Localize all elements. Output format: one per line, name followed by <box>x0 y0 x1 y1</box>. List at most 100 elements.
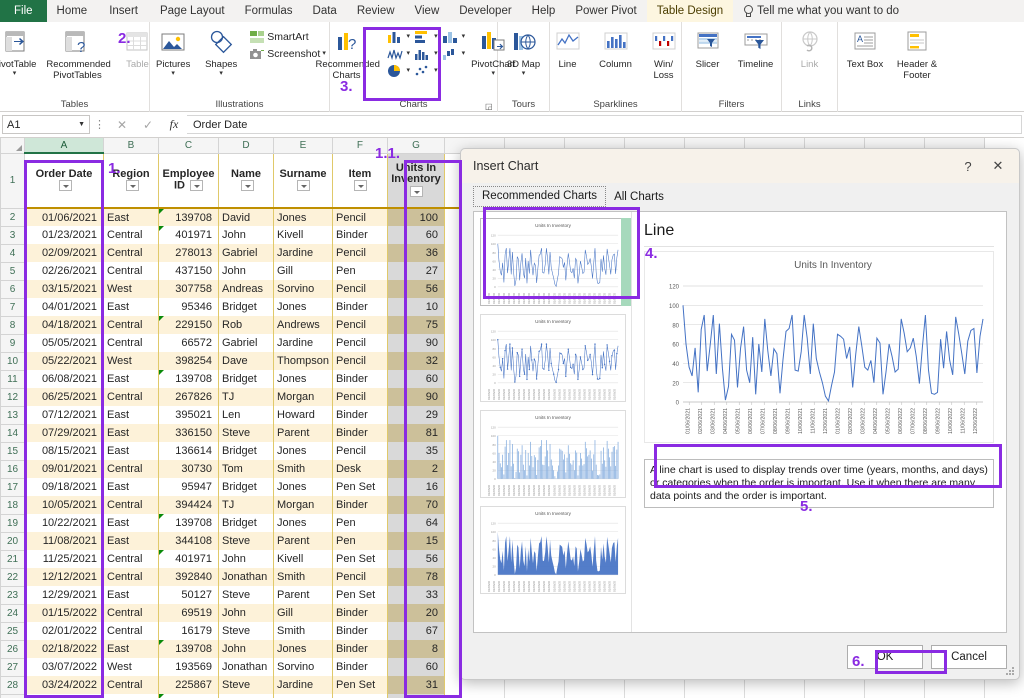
row-header-6[interactable]: 6 <box>0 279 25 299</box>
chevron-down-icon[interactable]: ▾ <box>171 70 175 77</box>
recommended-pivottables-button[interactable]: ? Recommended PivotTables <box>42 26 112 83</box>
cell-B10[interactable]: West <box>103 352 159 370</box>
sparkline-line-button[interactable]: Line <box>545 26 591 73</box>
chevron-down-icon[interactable]: ▾ <box>434 67 438 74</box>
tab-file[interactable]: File <box>0 0 47 22</box>
header-footer-button[interactable]: Header & Footer <box>890 26 944 83</box>
cell-F25[interactable]: Binder <box>332 622 388 640</box>
cell-G24[interactable]: 20 <box>387 604 445 622</box>
cell-A2[interactable]: 01/06/2021 <box>24 208 104 226</box>
cell-empty[interactable] <box>684 694 745 698</box>
cell-F7[interactable]: Binder <box>332 298 388 316</box>
chevron-down-icon[interactable]: ▾ <box>462 33 466 40</box>
filter-dropdown-b[interactable] <box>125 180 139 192</box>
cell-A27[interactable]: 03/07/2022 <box>24 658 104 676</box>
cell-C25[interactable]: 16179 <box>158 622 219 640</box>
cell-D11[interactable]: Bridget <box>218 370 274 388</box>
tab-power-pivot[interactable]: Power Pivot <box>565 0 646 22</box>
cell-A3[interactable]: 01/23/2021 <box>24 226 104 244</box>
chevron-down-icon[interactable]: ▾ <box>407 50 411 57</box>
tab-review[interactable]: Review <box>347 0 405 22</box>
filter-dropdown-d[interactable] <box>240 180 254 192</box>
cell-E2[interactable]: Jones <box>273 208 333 226</box>
cell-A5[interactable]: 02/26/2021 <box>24 262 104 280</box>
cell-D27[interactable]: Jonathan <box>218 658 274 676</box>
cell-G5[interactable]: 27 <box>387 262 445 280</box>
cell-A28[interactable]: 03/24/2022 <box>24 676 104 694</box>
row-header-20[interactable]: 20 <box>0 531 25 551</box>
cell-B24[interactable]: Central <box>103 604 159 622</box>
cell-E29[interactable]: Andrews <box>273 694 333 698</box>
cell-D6[interactable]: Andreas <box>218 280 274 298</box>
cell-E16[interactable]: Smith <box>273 460 333 478</box>
cell-E13[interactable]: Howard <box>273 406 333 424</box>
cell-C7[interactable]: 95346 <box>158 298 219 316</box>
resize-grip[interactable] <box>1006 667 1016 677</box>
cell-E6[interactable]: Sorvino <box>273 280 333 298</box>
cell-A8[interactable]: 04/18/2021 <box>24 316 104 334</box>
filter-dropdown-a[interactable] <box>58 180 72 192</box>
cell-E27[interactable]: Sorvino <box>273 658 333 676</box>
shapes-button[interactable]: Shapes ▾ <box>198 26 244 79</box>
cell-A22[interactable]: 12/12/2021 <box>24 568 104 586</box>
slicer-button[interactable]: Slicer <box>685 26 731 73</box>
cell-A20[interactable]: 11/08/2021 <box>24 532 104 550</box>
row-header-21[interactable]: 21 <box>0 549 25 569</box>
cell-F28[interactable]: Pen Set <box>332 676 388 694</box>
cell-B8[interactable]: Central <box>103 316 159 334</box>
tab-view[interactable]: View <box>405 0 450 22</box>
tab-data[interactable]: Data <box>303 0 347 22</box>
column-header-E[interactable]: E <box>273 138 333 154</box>
cell-A24[interactable]: 01/15/2022 <box>24 604 104 622</box>
cell-E28[interactable]: Jardine <box>273 676 333 694</box>
tab-insert[interactable]: Insert <box>99 0 148 22</box>
sparkline-winloss-button[interactable]: Win/ Loss <box>641 26 687 83</box>
cell-empty[interactable] <box>624 694 685 698</box>
cell-C2[interactable]: 139708 <box>158 208 219 226</box>
cell-A17[interactable]: 09/18/2021 <box>24 478 104 496</box>
cell-D8[interactable]: Rob <box>218 316 274 334</box>
cell-A19[interactable]: 10/22/2021 <box>24 514 104 532</box>
cell-B9[interactable]: Central <box>103 334 159 352</box>
cell-E23[interactable]: Parent <box>273 586 333 604</box>
row-header-17[interactable]: 17 <box>0 477 25 497</box>
chevron-down-icon[interactable]: ▾ <box>13 70 17 77</box>
cell-empty[interactable] <box>564 694 625 698</box>
cell-D14[interactable]: Steve <box>218 424 274 442</box>
select-all-corner[interactable] <box>0 138 25 154</box>
cell-D19[interactable]: Bridget <box>218 514 274 532</box>
cell-C27[interactable]: 193569 <box>158 658 219 676</box>
cell-empty[interactable] <box>804 694 865 698</box>
cell-empty[interactable] <box>444 694 505 698</box>
cell-C9[interactable]: 66572 <box>158 334 219 352</box>
row-header-29[interactable]: 29 <box>0 693 25 698</box>
cell-empty[interactable] <box>924 694 985 698</box>
charts-dialog-launcher[interactable]: ◲ <box>485 102 494 111</box>
cell-empty[interactable] <box>504 694 565 698</box>
cell-G4[interactable]: 36 <box>387 244 445 262</box>
row-header-25[interactable]: 25 <box>0 621 25 641</box>
cell-A4[interactable]: 02/09/2021 <box>24 244 104 262</box>
cell-E19[interactable]: Jones <box>273 514 333 532</box>
filter-dropdown-g[interactable] <box>410 185 424 197</box>
cell-B29[interactable]: Central <box>103 694 159 698</box>
close-icon[interactable]: ✕ <box>983 154 1013 178</box>
cell-G25[interactable]: 67 <box>387 622 445 640</box>
cancel-icon[interactable]: ✕ <box>109 118 135 132</box>
text-box-button[interactable]: A Text Box <box>842 26 888 73</box>
row-header-14[interactable]: 14 <box>0 423 25 443</box>
tab-recommended-charts[interactable]: Recommended Charts <box>473 186 607 207</box>
cell-C29[interactable]: 229150 <box>158 694 219 698</box>
cell-B15[interactable]: East <box>103 442 159 460</box>
cell-C3[interactable]: 401971 <box>158 226 219 244</box>
cell-B19[interactable]: East <box>103 514 159 532</box>
cell-C5[interactable]: 437150 <box>158 262 219 280</box>
cell-A13[interactable]: 07/12/2021 <box>24 406 104 424</box>
cell-E9[interactable]: Jardine <box>273 334 333 352</box>
cell-E7[interactable]: Jones <box>273 298 333 316</box>
cell-F12[interactable]: Pencil <box>332 388 388 406</box>
cell-B20[interactable]: East <box>103 532 159 550</box>
cell-C15[interactable]: 136614 <box>158 442 219 460</box>
histogram-chart-icon[interactable] <box>413 46 431 62</box>
row-header-26[interactable]: 26 <box>0 639 25 659</box>
